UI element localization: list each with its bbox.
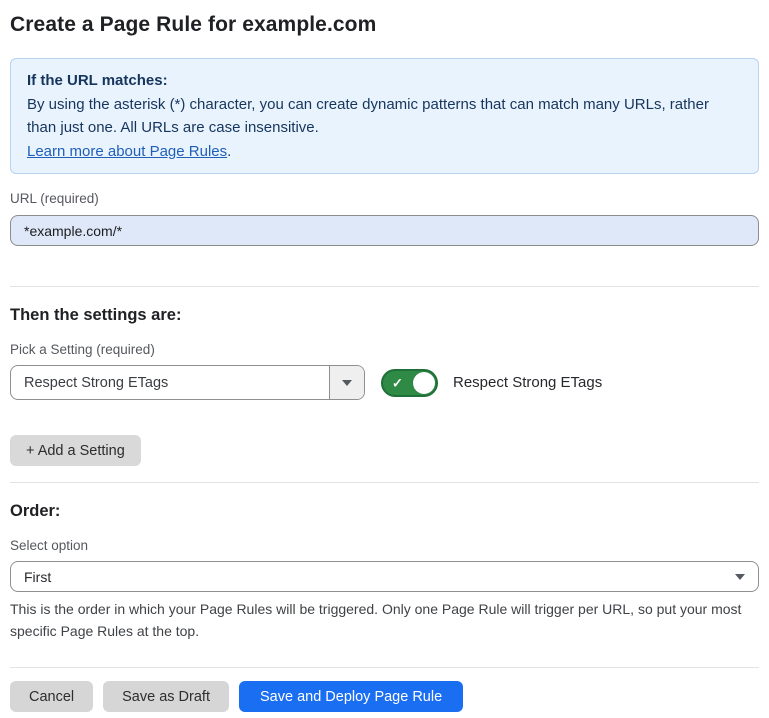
order-select-value: First [24,569,51,585]
order-section-heading: Order: [10,502,759,521]
settings-section-heading: Then the settings are: [10,306,759,325]
order-select-label: Select option [10,538,759,554]
page-rule-form: Create a Page Rule for example.com If th… [0,0,769,718]
add-setting-button[interactable]: + Add a Setting [10,435,141,466]
footer-divider [10,667,759,668]
setting-dropdown-value: Respect Strong ETags [11,366,329,399]
info-box-heading: If the URL matches: [27,69,742,93]
url-match-info-box: If the URL matches: By using the asteris… [10,58,759,174]
check-icon: ✓ [392,376,403,389]
save-deploy-button[interactable]: Save and Deploy Page Rule [239,681,463,712]
page-title: Create a Page Rule for example.com [10,12,759,38]
order-select[interactable]: First [10,561,759,592]
cancel-button[interactable]: Cancel [10,681,93,712]
url-input[interactable] [10,215,759,246]
setting-dropdown-arrow-button[interactable] [329,366,364,399]
chevron-down-icon [735,574,745,580]
chevron-down-icon [342,380,352,386]
toggle-knob [413,372,435,394]
respect-strong-etags-toggle[interactable]: ✓ [381,369,438,397]
url-field-label: URL (required) [10,191,759,207]
section-divider [10,286,759,287]
toggle-label: Respect Strong ETags [453,374,602,391]
link-suffix: . [227,143,231,160]
info-box-body: By using the asterisk (*) character, you… [27,93,742,140]
section-divider [10,482,759,483]
setting-dropdown[interactable]: Respect Strong ETags [10,365,365,400]
learn-more-link[interactable]: Learn more about Page Rules [27,143,227,160]
setting-picker-row: Respect Strong ETags ✓ Respect Strong ET… [10,365,759,400]
info-box-link-line: Learn more about Page Rules. [27,140,742,164]
setting-picker-label: Pick a Setting (required) [10,342,759,358]
footer-actions: Cancel Save as Draft Save and Deploy Pag… [10,681,759,712]
order-help-text: This is the order in which your Page Rul… [10,598,755,642]
save-draft-button[interactable]: Save as Draft [103,681,229,712]
